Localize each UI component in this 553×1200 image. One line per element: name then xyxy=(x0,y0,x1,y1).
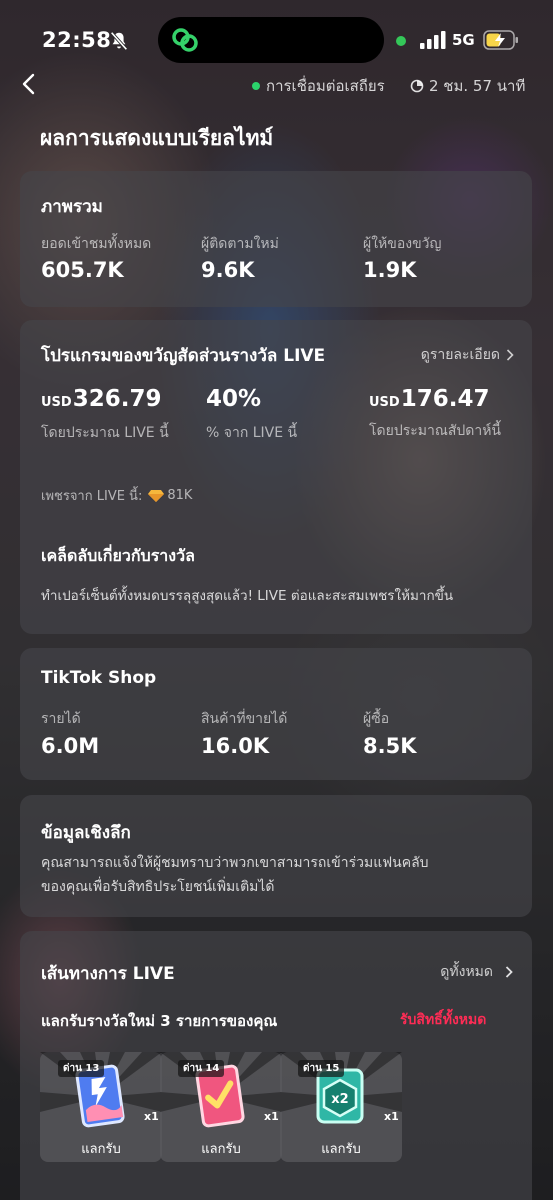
tips-text: ทำเปอร์เซ็นต์ทั้งหมดบรรลุสูงสุดแล้ว! LIV… xyxy=(41,588,454,604)
muted-bell-icon xyxy=(110,31,128,51)
gift-program-card[interactable]: โปรแกรมของขวัญสัดส่วนรางวัล LIVE ดูรายละ… xyxy=(20,320,532,634)
duration-text: 2 ชม. 57 นาที xyxy=(429,77,526,95)
gift-program-title: โปรแกรมของขวัญสัดส่วนรางวัล LIVE xyxy=(41,346,326,366)
metric-label: โดยประมาณ LIVE นี้ xyxy=(41,425,169,441)
timer-icon xyxy=(410,79,424,93)
overview-card: ภาพรวม ยอดเข้าชมทั้งหมด 605.7K ผู้ติดตาม… xyxy=(20,171,532,307)
shop-title: TikTok Shop xyxy=(41,668,157,688)
estimated-live-earnings: USD326.79 xyxy=(41,386,161,412)
metric-value: 9.6K xyxy=(201,258,255,282)
metric-label: รายได้ xyxy=(41,711,81,727)
amount: 326.79 xyxy=(72,386,162,412)
metric-label: ผู้ให้ของขวัญ xyxy=(363,236,442,252)
insights-text-line: ของคุณเพื่อรับสิทธิประโยชน์เพิ่มเติมได้ xyxy=(41,879,275,895)
camera-in-use-dot xyxy=(396,36,406,46)
metric-label: % จาก LIVE นี้ xyxy=(206,425,298,441)
cellular-signal-icon xyxy=(420,31,446,49)
diamonds-value: 81K xyxy=(167,488,193,503)
reward-tile[interactable]: ด่าน 14 x1 แลกรับ xyxy=(160,1052,282,1162)
network-type: 5G xyxy=(452,31,475,49)
metric-label: โดยประมาณสัปดาห์นี้ xyxy=(369,423,502,439)
insights-card: ข้อมูลเชิงลึก คุณสามารถแจ้งให้ผู้ชมทราบว… xyxy=(20,795,532,917)
currency-label: USD xyxy=(41,395,72,410)
reward-quantity: x1 xyxy=(384,1110,399,1123)
reward-tile[interactable]: ด่าน 15 x2 x1 แลกรับ xyxy=(280,1052,402,1162)
status-bar: 22:58 5G xyxy=(0,0,553,80)
connection-text: การเชื่อมต่อเสถียร xyxy=(266,77,385,95)
metric-value: 1.9K xyxy=(363,258,417,282)
reward-tile[interactable]: ด่าน 13 x1 แลกรับ xyxy=(40,1052,162,1162)
diamonds-row: เพชรจาก LIVE นี้: 81K xyxy=(41,485,192,506)
chevron-right-icon xyxy=(506,349,514,361)
status-time: 22:58 xyxy=(42,28,112,52)
insights-title: ข้อมูลเชิงลึก xyxy=(41,823,131,843)
view-details-link[interactable]: ดูรายละเอียด xyxy=(421,344,514,366)
redeem-button[interactable]: แลกรับ xyxy=(40,1138,162,1159)
diamond-icon xyxy=(148,489,165,502)
page-title: ผลการแสดงแบบเรียลไทม์ xyxy=(40,126,274,150)
live-path-title: เส้นทางการ LIVE xyxy=(41,964,175,984)
connection-status: การเชื่อมต่อเสถียร xyxy=(252,74,385,98)
estimated-week-earnings: USD176.47 xyxy=(369,386,489,412)
chevron-right-icon xyxy=(505,966,513,978)
amount: 176.47 xyxy=(400,386,490,412)
redeem-button[interactable]: แลกรับ xyxy=(280,1138,402,1159)
diamonds-label: เพชรจาก LIVE นี้: xyxy=(41,489,143,504)
x2-badge-text: x2 xyxy=(331,1092,348,1107)
claim-all-button[interactable]: รับสิทธิ์ทั้งหมด xyxy=(400,1009,486,1031)
view-all-link[interactable]: ดูทั้งหมด xyxy=(440,961,513,983)
metric-value: 605.7K xyxy=(41,258,124,282)
dynamic-island xyxy=(158,17,384,63)
tips-title: เคล็ดลับเกี่ยวกับรางวัล xyxy=(41,546,195,565)
metric-value: 16.0K xyxy=(201,734,270,758)
metric-value: 8.5K xyxy=(363,734,417,758)
level-badge: ด่าน 14 xyxy=(178,1060,225,1077)
reward-quantity: x1 xyxy=(144,1110,159,1123)
level-badge: ด่าน 13 xyxy=(58,1060,105,1077)
redeem-button[interactable]: แลกรับ xyxy=(160,1138,282,1159)
tiktok-shop-card: TikTok Shop รายได้ 6.0M สินค้าที่ขายได้ … xyxy=(20,648,532,780)
app-link-icon xyxy=(172,28,198,52)
live-duration: 2 ชม. 57 นาที xyxy=(410,74,525,98)
metric-label: ผู้ติดตามใหม่ xyxy=(201,236,279,252)
metric-label: ยอดเข้าชมทั้งหมด xyxy=(41,236,152,252)
live-path-subtitle: แลกรับรางวัลใหม่ 3 รายการของคุณ xyxy=(41,1012,278,1030)
view-details-label: ดูรายละเอียด xyxy=(420,347,500,363)
metric-label: สินค้าที่ขายได้ xyxy=(201,711,288,727)
battery-charging-icon xyxy=(483,30,518,50)
connection-dot-icon xyxy=(252,82,260,90)
level-badge: ด่าน 15 xyxy=(298,1060,345,1077)
metric-value: 6.0M xyxy=(41,734,100,758)
percent-value: 40% xyxy=(206,386,262,412)
currency-label: USD xyxy=(369,395,400,410)
view-all-label: ดูทั้งหมด xyxy=(440,964,493,980)
back-arrow-icon[interactable] xyxy=(18,72,40,96)
overview-title: ภาพรวม xyxy=(41,197,103,217)
reward-quantity: x1 xyxy=(264,1110,279,1123)
insights-text-line: คุณสามารถแจ้งให้ผู้ชมทราบว่าพวกเขาสามารถ… xyxy=(41,855,429,871)
metric-label: ผู้ซื้อ xyxy=(363,711,390,727)
